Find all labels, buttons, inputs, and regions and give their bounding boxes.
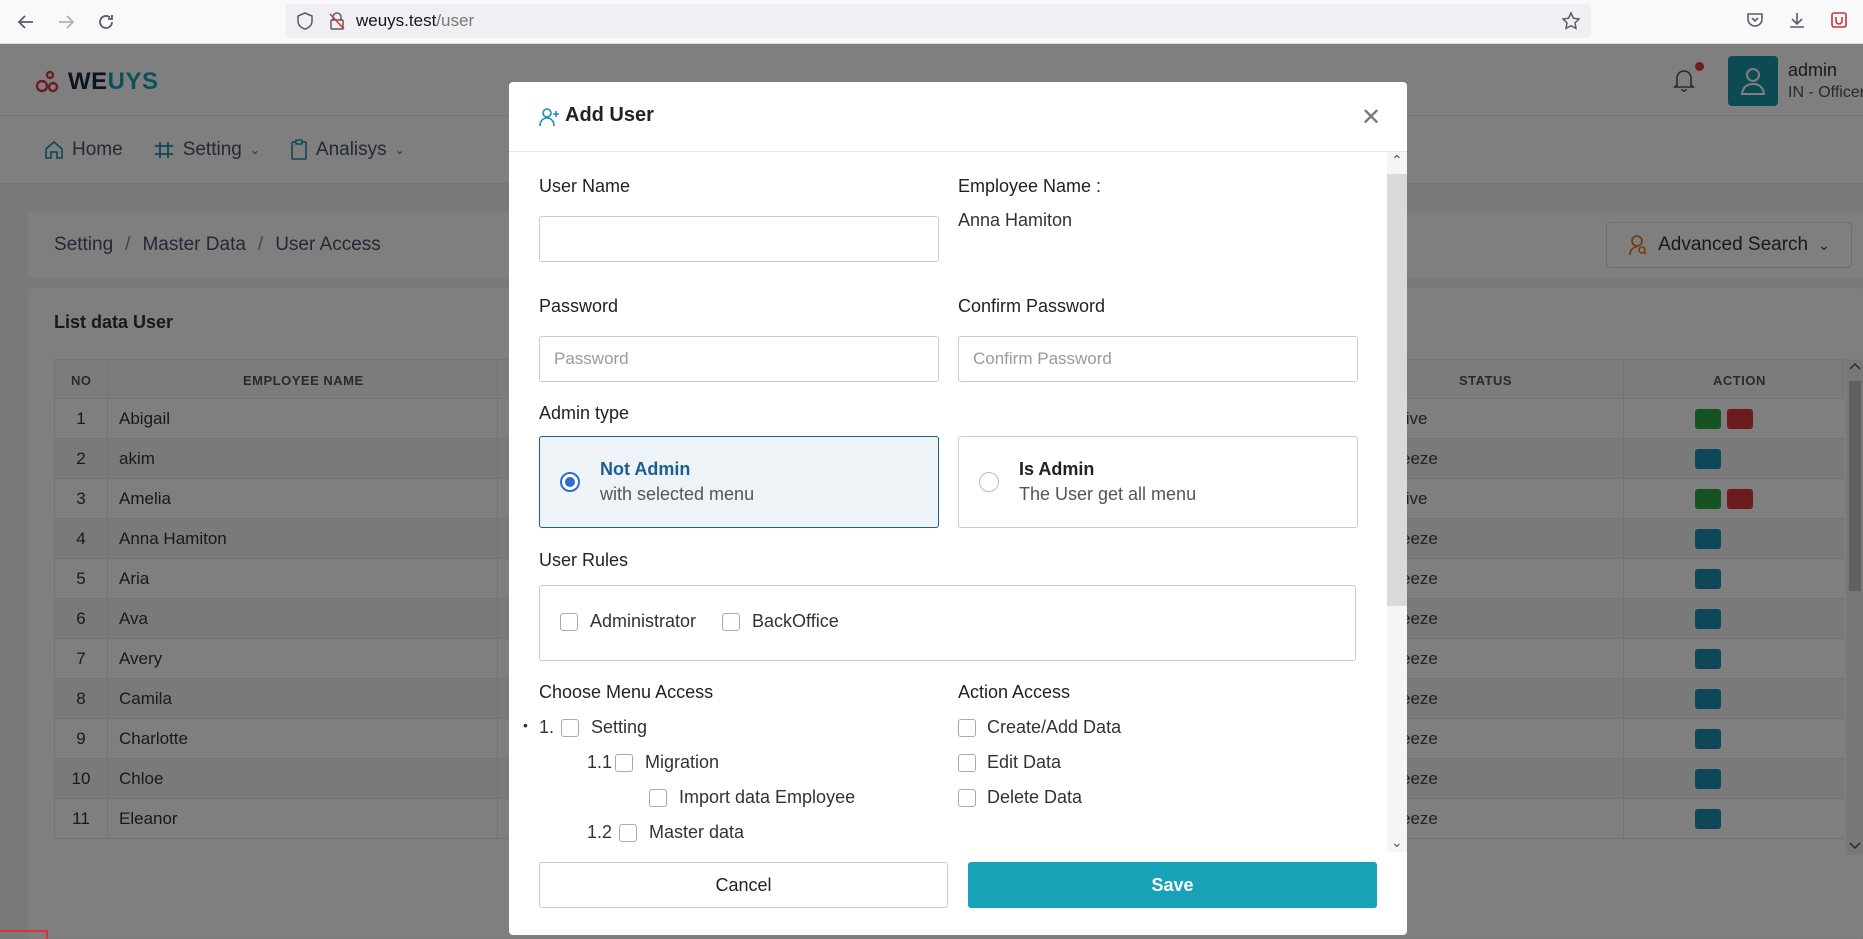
setting-menu-label: Setting: [591, 717, 648, 737]
delete-data-checkbox[interactable]: [958, 789, 976, 807]
modal-scrollbar-thumb[interactable]: [1387, 174, 1407, 606]
insecure-lock-icon: [329, 12, 345, 30]
is-admin-option[interactable]: Is Admin The User get all menu: [958, 436, 1358, 528]
url-bar[interactable]: weuys.test/user: [286, 4, 1591, 38]
employee-name-value: Anna Hamiton: [958, 210, 1073, 230]
not-admin-title: Not Admin: [600, 459, 691, 479]
add-user-icon: [539, 108, 559, 127]
page-edge-marker: [0, 930, 48, 939]
backoffice-checkbox[interactable]: [722, 613, 740, 631]
list-bullet: •: [523, 717, 528, 733]
menu-item-number: 1.: [539, 717, 555, 737]
administrator-checkbox[interactable]: [560, 613, 578, 631]
user-name-label: User Name: [539, 176, 631, 196]
modal-body: User Name Employee Name : Anna Hamiton P…: [509, 152, 1407, 852]
action-access-label: Action Access: [958, 682, 1071, 702]
create-data-checkbox[interactable]: [958, 719, 976, 737]
radio-button[interactable]: [979, 472, 999, 492]
employee-name-label: Employee Name :: [958, 176, 1102, 196]
delete-data-label[interactable]: Delete Data: [987, 787, 1082, 808]
modal-header: Add User ✕: [509, 82, 1407, 152]
master-data-checkbox[interactable]: [619, 824, 637, 842]
forward-icon[interactable]: [46, 2, 86, 42]
back-icon[interactable]: [6, 2, 46, 42]
edit-data-checkbox[interactable]: [958, 754, 976, 772]
confirm-password-field[interactable]: [958, 336, 1358, 382]
radio-button[interactable]: [560, 472, 580, 492]
modal-title: Add User: [565, 104, 654, 126]
modal-footer: Cancel Save: [509, 852, 1407, 935]
migration-checkbox[interactable]: [615, 754, 633, 772]
url-host: weuys.test: [356, 11, 437, 30]
not-admin-subtitle: with selected menu: [600, 484, 755, 504]
password-field[interactable]: [539, 336, 939, 382]
shield-icon: [297, 12, 313, 30]
setting-checkbox[interactable]: [561, 719, 579, 737]
download-icon[interactable]: [1787, 10, 1807, 30]
is-admin-subtitle: The User get all menu: [1019, 484, 1197, 504]
admin-type-label: Admin type: [539, 403, 630, 423]
bookmark-star-icon[interactable]: [1561, 11, 1581, 31]
browser-toolbar: weuys.test/user: [0, 0, 1863, 44]
is-admin-title: Is Admin: [1019, 459, 1095, 479]
close-icon[interactable]: ✕: [1361, 106, 1381, 130]
import-employee-checkbox[interactable]: [649, 789, 667, 807]
master-data-menu-label: Master data: [649, 822, 745, 842]
migration-menu-label: Migration: [645, 752, 720, 772]
not-admin-option[interactable]: Not Admin with selected menu: [539, 436, 939, 528]
extension-icon[interactable]: [1829, 10, 1849, 30]
administrator-label[interactable]: Administrator: [590, 611, 696, 632]
create-data-label[interactable]: Create/Add Data: [987, 717, 1121, 738]
pocket-icon[interactable]: [1745, 10, 1765, 30]
add-user-modal: Add User ✕ User Name Employee Name : Ann…: [509, 82, 1407, 935]
reload-icon[interactable]: [86, 2, 126, 42]
edit-data-label[interactable]: Edit Data: [987, 752, 1061, 773]
password-label: Password: [539, 296, 619, 316]
import-employee-menu-label: Import data Employee: [679, 787, 856, 807]
chevron-up-icon[interactable]: ⌃: [1391, 152, 1403, 169]
user-name-input[interactable]: [539, 216, 939, 262]
save-button[interactable]: Save: [968, 862, 1377, 908]
menu-item-number: 1.1: [587, 752, 613, 772]
confirm-password-label: Confirm Password: [958, 296, 1106, 316]
menu-access-label: Choose Menu Access: [539, 682, 714, 702]
menu-item-number: 1.2: [587, 822, 613, 842]
user-rules-box: Administrator BackOffice: [539, 585, 1356, 661]
url-path: /user: [436, 11, 475, 30]
backoffice-label[interactable]: BackOffice: [752, 611, 839, 632]
cancel-button[interactable]: Cancel: [539, 862, 948, 908]
chevron-down-icon[interactable]: ⌄: [1391, 834, 1403, 851]
user-rules-label: User Rules: [539, 550, 629, 570]
